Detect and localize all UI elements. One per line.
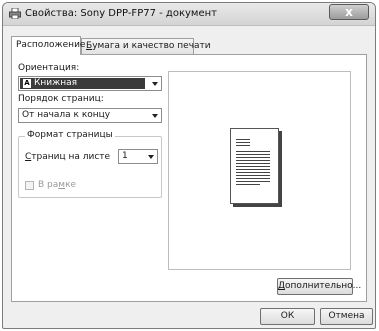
window-title: Свойства: Sony DPP-FP77 - документ (25, 8, 217, 19)
cancel-label: Отмена (328, 311, 365, 321)
advanced-label: ополнительно... (285, 281, 362, 291)
orientation-selected: A Книжная (20, 78, 145, 89)
border-label-post: ке (65, 180, 77, 190)
chevron-down-icon (152, 82, 158, 86)
tab-paper-quality[interactable]: Бумага и качество печати (81, 38, 211, 54)
chevron-down-icon (148, 155, 154, 159)
tab-layout-label: Расположение (16, 40, 86, 50)
border-label-pre: В ра (38, 180, 59, 190)
close-icon: x (345, 5, 353, 19)
page-order-select[interactable]: От начала к концу (18, 108, 162, 123)
pages-per-sheet-value: 1 (122, 151, 128, 161)
page-format-group: Формат страницы Страниц на листе 1 В рам… (18, 130, 162, 198)
orientation-label: Ориентация: (18, 63, 80, 73)
close-button[interactable]: x (329, 4, 369, 20)
orientation-value: Книжная (34, 78, 78, 88)
orientation-select[interactable]: A Книжная (18, 76, 162, 91)
page-preview (168, 71, 351, 270)
chevron-down-icon (152, 114, 158, 118)
pages-per-sheet-select[interactable]: 1 (118, 149, 158, 164)
advanced-button[interactable]: Дополнительно... (277, 278, 361, 295)
page-order-value: От начала к концу (22, 110, 111, 120)
cancel-button[interactable]: Отмена (320, 308, 373, 325)
pages-per-sheet-text: траниц на листе (31, 152, 111, 162)
portrait-icon: A (23, 79, 31, 88)
title-bar: Свойства: Sony DPP-FP77 - документ x (3, 3, 375, 26)
tab-paper-quality-label: умага и качество печати (92, 41, 211, 51)
border-label: В рамке (38, 180, 76, 190)
tab-layout[interactable]: Расположение (11, 36, 85, 55)
print-properties-dialog: Свойства: Sony DPP-FP77 - документ x Рас… (2, 2, 376, 329)
ok-button[interactable]: ОК (260, 308, 315, 325)
ok-label: ОК (280, 311, 295, 321)
advanced-accel: Д (278, 281, 286, 291)
pages-per-sheet-label: Страниц на листе (25, 152, 110, 162)
page-preview-sheet (230, 128, 279, 204)
page-order-label: Порядок страниц: (18, 94, 104, 104)
tab-panel-layout: Ориентация: A Книжная Порядок страниц: О… (11, 54, 367, 302)
page-format-title: Формат страницы (25, 130, 115, 140)
printer-icon (9, 8, 21, 19)
border-checkbox[interactable] (25, 181, 34, 190)
